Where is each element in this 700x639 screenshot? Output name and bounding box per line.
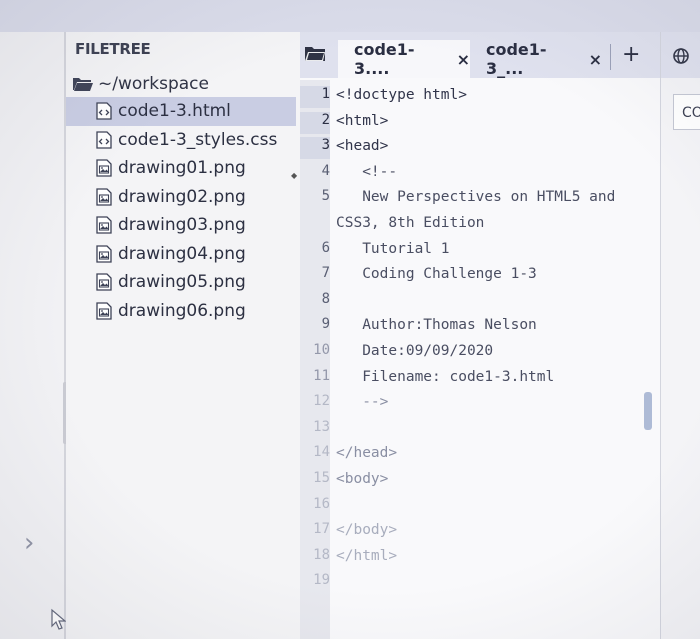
editor-scrollbar[interactable] xyxy=(644,392,652,430)
code-editor: code1-3.... × code1-3_... × + 1 <!doctype… xyxy=(300,32,660,639)
code-line-text: <!doctype html> xyxy=(336,87,467,103)
line-number: 9 xyxy=(300,316,330,339)
code-file-icon xyxy=(96,131,112,149)
file-item[interactable]: code1-3.html xyxy=(66,97,296,126)
code-line-text: <!-- xyxy=(336,163,398,180)
line-number: 15 xyxy=(300,470,330,492)
file-name: drawing01.png xyxy=(118,158,246,179)
file-name: drawing04.png xyxy=(118,243,246,264)
file-item[interactable]: drawing04.png xyxy=(66,240,300,269)
file-item[interactable]: code1-3_styles.css xyxy=(66,126,300,155)
file-tree-panel: FILETREE ~/workspace code1-3.html code1-3… xyxy=(66,32,300,639)
tab-label: code1-3.... xyxy=(354,40,415,78)
file-item[interactable]: drawing05.png xyxy=(66,268,300,297)
tab-separator xyxy=(610,44,611,70)
image-file-icon xyxy=(96,216,112,234)
image-file-icon xyxy=(96,302,112,320)
line-number: 14 xyxy=(300,444,330,467)
image-file-icon xyxy=(96,245,112,263)
folder-icon[interactable] xyxy=(304,45,326,62)
line-number: 5 xyxy=(300,188,330,211)
close-icon[interactable]: × xyxy=(457,50,470,69)
code-line-text: <head> xyxy=(336,138,389,155)
line-number: 12 xyxy=(300,393,330,416)
line-number: 16 xyxy=(300,495,330,518)
file-name: drawing03.png xyxy=(118,215,246,236)
line-number: 1 xyxy=(300,86,330,108)
globe-icon[interactable] xyxy=(673,48,689,64)
line-number: 3 xyxy=(300,137,330,160)
file-name: code1-3.html xyxy=(118,101,231,122)
editor-tab-bar: code1-3.... × code1-3_... × + xyxy=(300,32,660,78)
code-line-text: Coding Challenge 1-3 xyxy=(336,266,537,283)
image-file-icon xyxy=(96,159,112,177)
preview-button[interactable]: CO xyxy=(673,94,700,130)
code-line-text: </body> xyxy=(336,522,398,539)
file-item[interactable]: drawing01.png xyxy=(66,154,300,183)
file-item[interactable]: drawing02.png xyxy=(66,183,300,212)
folder-open-icon xyxy=(73,78,93,91)
code-line-text: --> xyxy=(336,394,389,411)
line-number: 17 xyxy=(300,521,330,544)
filetree-title: FILETREE xyxy=(75,40,151,58)
image-file-icon xyxy=(96,188,112,206)
line-number: 10 xyxy=(300,342,330,364)
code-line-text: <html> xyxy=(336,112,389,129)
code-line-text: <body> xyxy=(336,471,389,487)
file-name: drawing06.png xyxy=(118,300,246,321)
close-icon[interactable]: × xyxy=(589,50,602,69)
new-tab-button[interactable]: + xyxy=(622,42,640,67)
code-file-icon xyxy=(96,102,112,120)
code-line-text: CSS3, 8th Edition xyxy=(336,215,485,231)
image-file-icon xyxy=(96,273,112,291)
line-number: 2 xyxy=(300,111,330,134)
code-line-text: Author:Thomas Nelson xyxy=(336,317,537,334)
chevron-right-icon[interactable]: › xyxy=(24,530,34,556)
file-name: drawing02.png xyxy=(118,186,246,207)
line-number: 19 xyxy=(300,572,330,595)
top-strip xyxy=(0,0,700,32)
workspace-folder[interactable]: ~/workspace xyxy=(72,72,209,96)
tab-label: code1-3_... xyxy=(486,40,547,78)
line-number: 6 xyxy=(300,239,330,262)
line-number xyxy=(300,214,330,236)
file-item[interactable]: drawing03.png xyxy=(66,211,300,240)
workspace-folder-label: ~/workspace xyxy=(98,74,209,94)
line-number: 13 xyxy=(300,418,330,441)
file-item[interactable]: drawing06.png xyxy=(66,297,300,326)
file-list: code1-3.html code1-3_styles.css drawing01.… xyxy=(66,97,300,325)
code-area[interactable]: 1 <!doctype html> 2 <html> 3 <head> 4 <!-- 5 Ne… xyxy=(300,80,660,639)
code-line-text: </head> xyxy=(336,445,398,462)
code-line-text: New Perspectives on HTML5 and xyxy=(336,189,616,206)
right-panel-header xyxy=(661,32,700,78)
file-name: code1-3_styles.css xyxy=(118,129,278,150)
cursor-marker: ◆ xyxy=(291,171,298,180)
code-line-text: Tutorial 1 xyxy=(336,240,450,257)
tab-code1-3-html[interactable]: code1-3.... × xyxy=(338,40,470,78)
code-line-text: Filename: code1-3.html xyxy=(336,368,555,385)
line-number: 18 xyxy=(300,546,330,569)
right-panel: CO xyxy=(660,32,700,639)
tab-code1-3-styles[interactable]: code1-3_... × xyxy=(472,40,602,78)
file-name: drawing05.png xyxy=(118,272,246,293)
code-line-text: Date:09/09/2020 xyxy=(336,343,494,359)
line-number: 4 xyxy=(300,162,330,185)
line-number: 7 xyxy=(300,265,330,288)
line-number: 8 xyxy=(300,290,330,313)
code-line-text: </html> xyxy=(336,547,398,564)
line-number: 11 xyxy=(300,367,330,390)
